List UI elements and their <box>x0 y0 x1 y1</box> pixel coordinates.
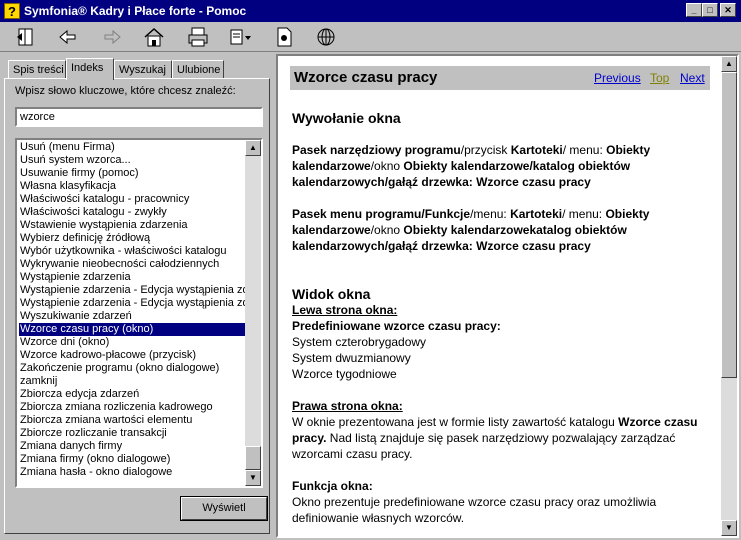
hide-icon <box>17 28 33 46</box>
index-list-item[interactable]: Usuń system wzorca... <box>19 154 248 167</box>
next-link[interactable]: Next <box>680 71 705 85</box>
index-list-item[interactable]: Zbiorcze rozliczanie transakcji <box>19 427 248 440</box>
maximize-button[interactable]: □ <box>702 3 718 17</box>
index-list-item[interactable]: Zbiorcza edycja zdarzeń <box>19 388 248 401</box>
right-side-paragraph: W oknie prezentowana jest w formie listy… <box>292 415 698 461</box>
keyword-input[interactable] <box>15 107 263 127</box>
window-title: Symfonia® Kadry i Płace forte - Pomoc <box>24 4 247 18</box>
keyword-prompt: Wpisz słowo kluczowe, które chcesz znale… <box>15 85 236 97</box>
home-button[interactable] <box>140 25 168 49</box>
options-icon <box>230 29 251 45</box>
tab-strip: Spis treści Indeks Wyszukaj Ulubione <box>4 58 270 80</box>
hide-button[interactable] <box>12 25 40 49</box>
index-list-item[interactable]: Wybór użytkownika - właściwości katalogu <box>19 245 248 258</box>
pattern-item: System dwuzmianowy <box>292 351 411 365</box>
index-scrollbar[interactable]: ▲ ▼ <box>245 140 261 486</box>
topic-scroll-up-button[interactable]: ▲ <box>721 56 737 72</box>
index-list-item[interactable]: Właściwości katalogu - pracownicy <box>19 193 248 206</box>
home-icon <box>144 27 164 47</box>
minimize-button[interactable]: _ <box>686 3 702 17</box>
index-list-item[interactable]: zamknij <box>19 375 248 388</box>
title-bar: ? Symfonia® Kadry i Płace forte - Pomoc … <box>0 0 741 22</box>
pattern-item: Wzorce tygodniowe <box>292 367 397 381</box>
index-list-item[interactable]: Wyszukiwanie zdarzeń <box>19 310 248 323</box>
navigation-pane: Spis treści Indeks Wyszukaj Ulubione Wpi… <box>2 54 272 538</box>
index-list-item[interactable]: Zakończenie programu (okno dialogowe) <box>19 362 248 375</box>
back-icon <box>59 29 76 45</box>
internet-button[interactable] <box>312 25 340 49</box>
forward-button[interactable] <box>98 25 126 49</box>
notes-button[interactable] <box>270 25 298 49</box>
toolbar <box>0 22 741 52</box>
index-list-item[interactable]: Usuń (menu Firma) <box>19 141 248 154</box>
index-list-item[interactable]: Zmiana danych firmy <box>19 440 248 453</box>
tab-index[interactable]: Indeks <box>66 58 114 80</box>
predefined-heading: Predefiniowane wzorce czasu pracy: <box>292 319 501 333</box>
index-list-item[interactable]: Wzorce kadrowo-płacowe (przycisk) <box>19 349 248 362</box>
function-heading: Funkcja okna: <box>292 479 373 493</box>
scroll-down-button[interactable]: ▼ <box>245 470 261 486</box>
tab-contents[interactable]: Spis treści <box>8 60 66 78</box>
function-paragraph: Okno prezentuje predefiniowane wzorce cz… <box>292 495 657 525</box>
index-list-item[interactable]: Wzorce dni (okno) <box>19 336 248 349</box>
index-list-item[interactable]: Wykrywanie nieobecności całodziennych <box>19 258 248 271</box>
paragraph-menu-path: Pasek menu programu/Funkcje/menu: Kartot… <box>292 207 650 253</box>
index-list-item[interactable]: Zbiorcza zmiana rozliczenia kadrowego <box>19 401 248 414</box>
index-list-item[interactable]: Wystąpienie zdarzenia - Edycja wystąpien… <box>19 297 248 310</box>
show-button[interactable]: Wyświetl <box>181 497 267 520</box>
index-list-item[interactable]: Zmiana firmy (okno dialogowe) <box>19 453 248 466</box>
notes-icon <box>277 27 292 47</box>
left-side-heading: Lewa strona okna: <box>292 303 398 317</box>
options-button[interactable] <box>226 25 254 49</box>
index-list-item[interactable]: Wystąpienie zdarzenia - Edycja wystąpien… <box>19 284 248 297</box>
topic-header: Wzorce czasu pracy Previous Top Next <box>290 66 710 90</box>
index-list-item[interactable]: Zbiorcza zmiana wartości elementu <box>19 414 248 427</box>
right-side-heading: Prawa strona okna: <box>292 399 403 413</box>
index-list-item[interactable]: Wzorce czasu pracy (okno) <box>19 323 248 336</box>
scroll-up-button[interactable]: ▲ <box>245 140 261 156</box>
forward-icon <box>104 29 121 45</box>
section-heading-invocation: Wywołanie okna <box>292 110 401 126</box>
scroll-thumb[interactable] <box>245 446 261 470</box>
section-heading-view: Widok okna <box>292 286 371 302</box>
print-button[interactable] <box>184 25 212 49</box>
index-panel: Wpisz słowo kluczowe, które chcesz znale… <box>4 78 270 534</box>
topic-scrollbar[interactable]: ▲ ▼ <box>721 56 737 536</box>
close-button[interactable]: ✕ <box>720 3 736 17</box>
index-list-item[interactable]: Własna klasyfikacja <box>19 180 248 193</box>
index-list-item[interactable]: Zmiana hasła - okno dialogowe <box>19 466 248 479</box>
back-button[interactable] <box>54 25 82 49</box>
top-link[interactable]: Top <box>650 71 669 85</box>
index-list-item[interactable]: Usuwanie firmy (pomoc) <box>19 167 248 180</box>
previous-link[interactable]: Previous <box>594 71 641 85</box>
topic-scroll-down-button[interactable]: ▼ <box>721 520 737 536</box>
help-app-icon: ? <box>4 3 20 19</box>
topic-scroll-thumb[interactable] <box>721 72 737 378</box>
index-list-item[interactable]: Wystąpienie zdarzenia <box>19 271 248 284</box>
topic-title: Wzorce czasu pracy <box>294 69 438 86</box>
tab-search[interactable]: Wyszukaj <box>114 60 172 78</box>
index-list-item[interactable]: Wybierz definicję źródłową <box>19 232 248 245</box>
topic-content: Wywołanie okna Pasek narzędziowy program… <box>292 110 720 526</box>
print-icon <box>188 27 208 47</box>
pattern-item: System czterobrygadowy <box>292 335 427 349</box>
topic-pane: Wzorce czasu pracy Previous Top Next Wyw… <box>276 54 739 538</box>
index-list-item[interactable]: Właściwości katalogu - zwykły <box>19 206 248 219</box>
index-listbox[interactable]: Usuń (menu Firma) Usuń system wzorca... Us… <box>15 138 263 488</box>
tab-favorites[interactable]: Ulubione <box>172 60 224 78</box>
index-list-item[interactable]: Wstawienie wystąpienia zdarzenia <box>19 219 248 232</box>
internet-icon <box>317 28 335 46</box>
paragraph-toolbar-path: Pasek narzędziowy programu/przycisk Kart… <box>292 143 651 189</box>
